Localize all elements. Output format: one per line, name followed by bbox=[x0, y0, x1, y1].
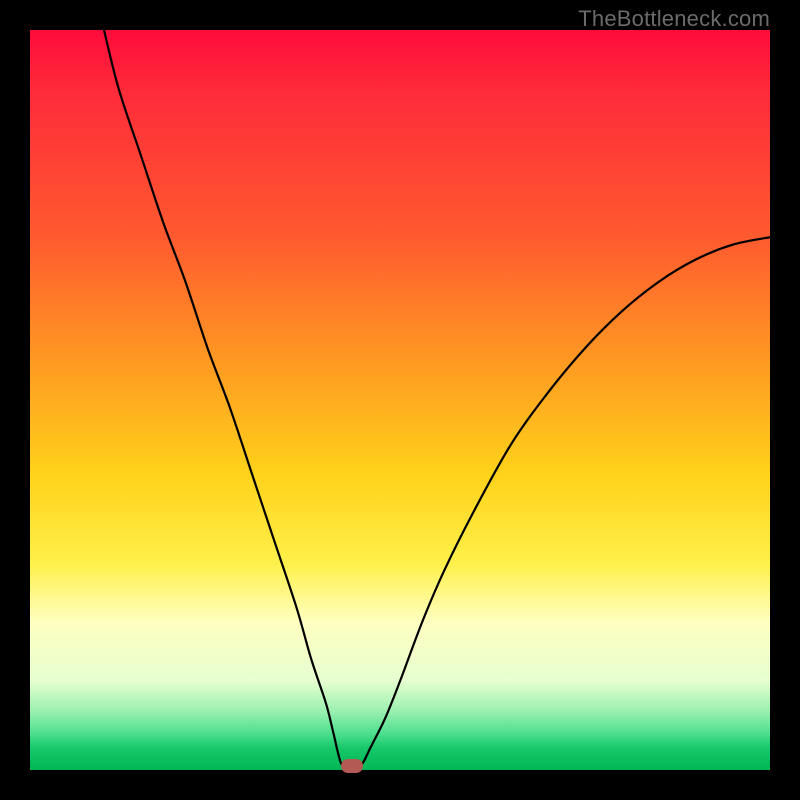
minimum-marker bbox=[341, 759, 363, 773]
plot-area bbox=[30, 30, 770, 770]
bottleneck-curve bbox=[104, 30, 770, 770]
chart-frame: TheBottleneck.com bbox=[0, 0, 800, 800]
curve-layer bbox=[30, 30, 770, 770]
watermark-text: TheBottleneck.com bbox=[578, 6, 770, 32]
